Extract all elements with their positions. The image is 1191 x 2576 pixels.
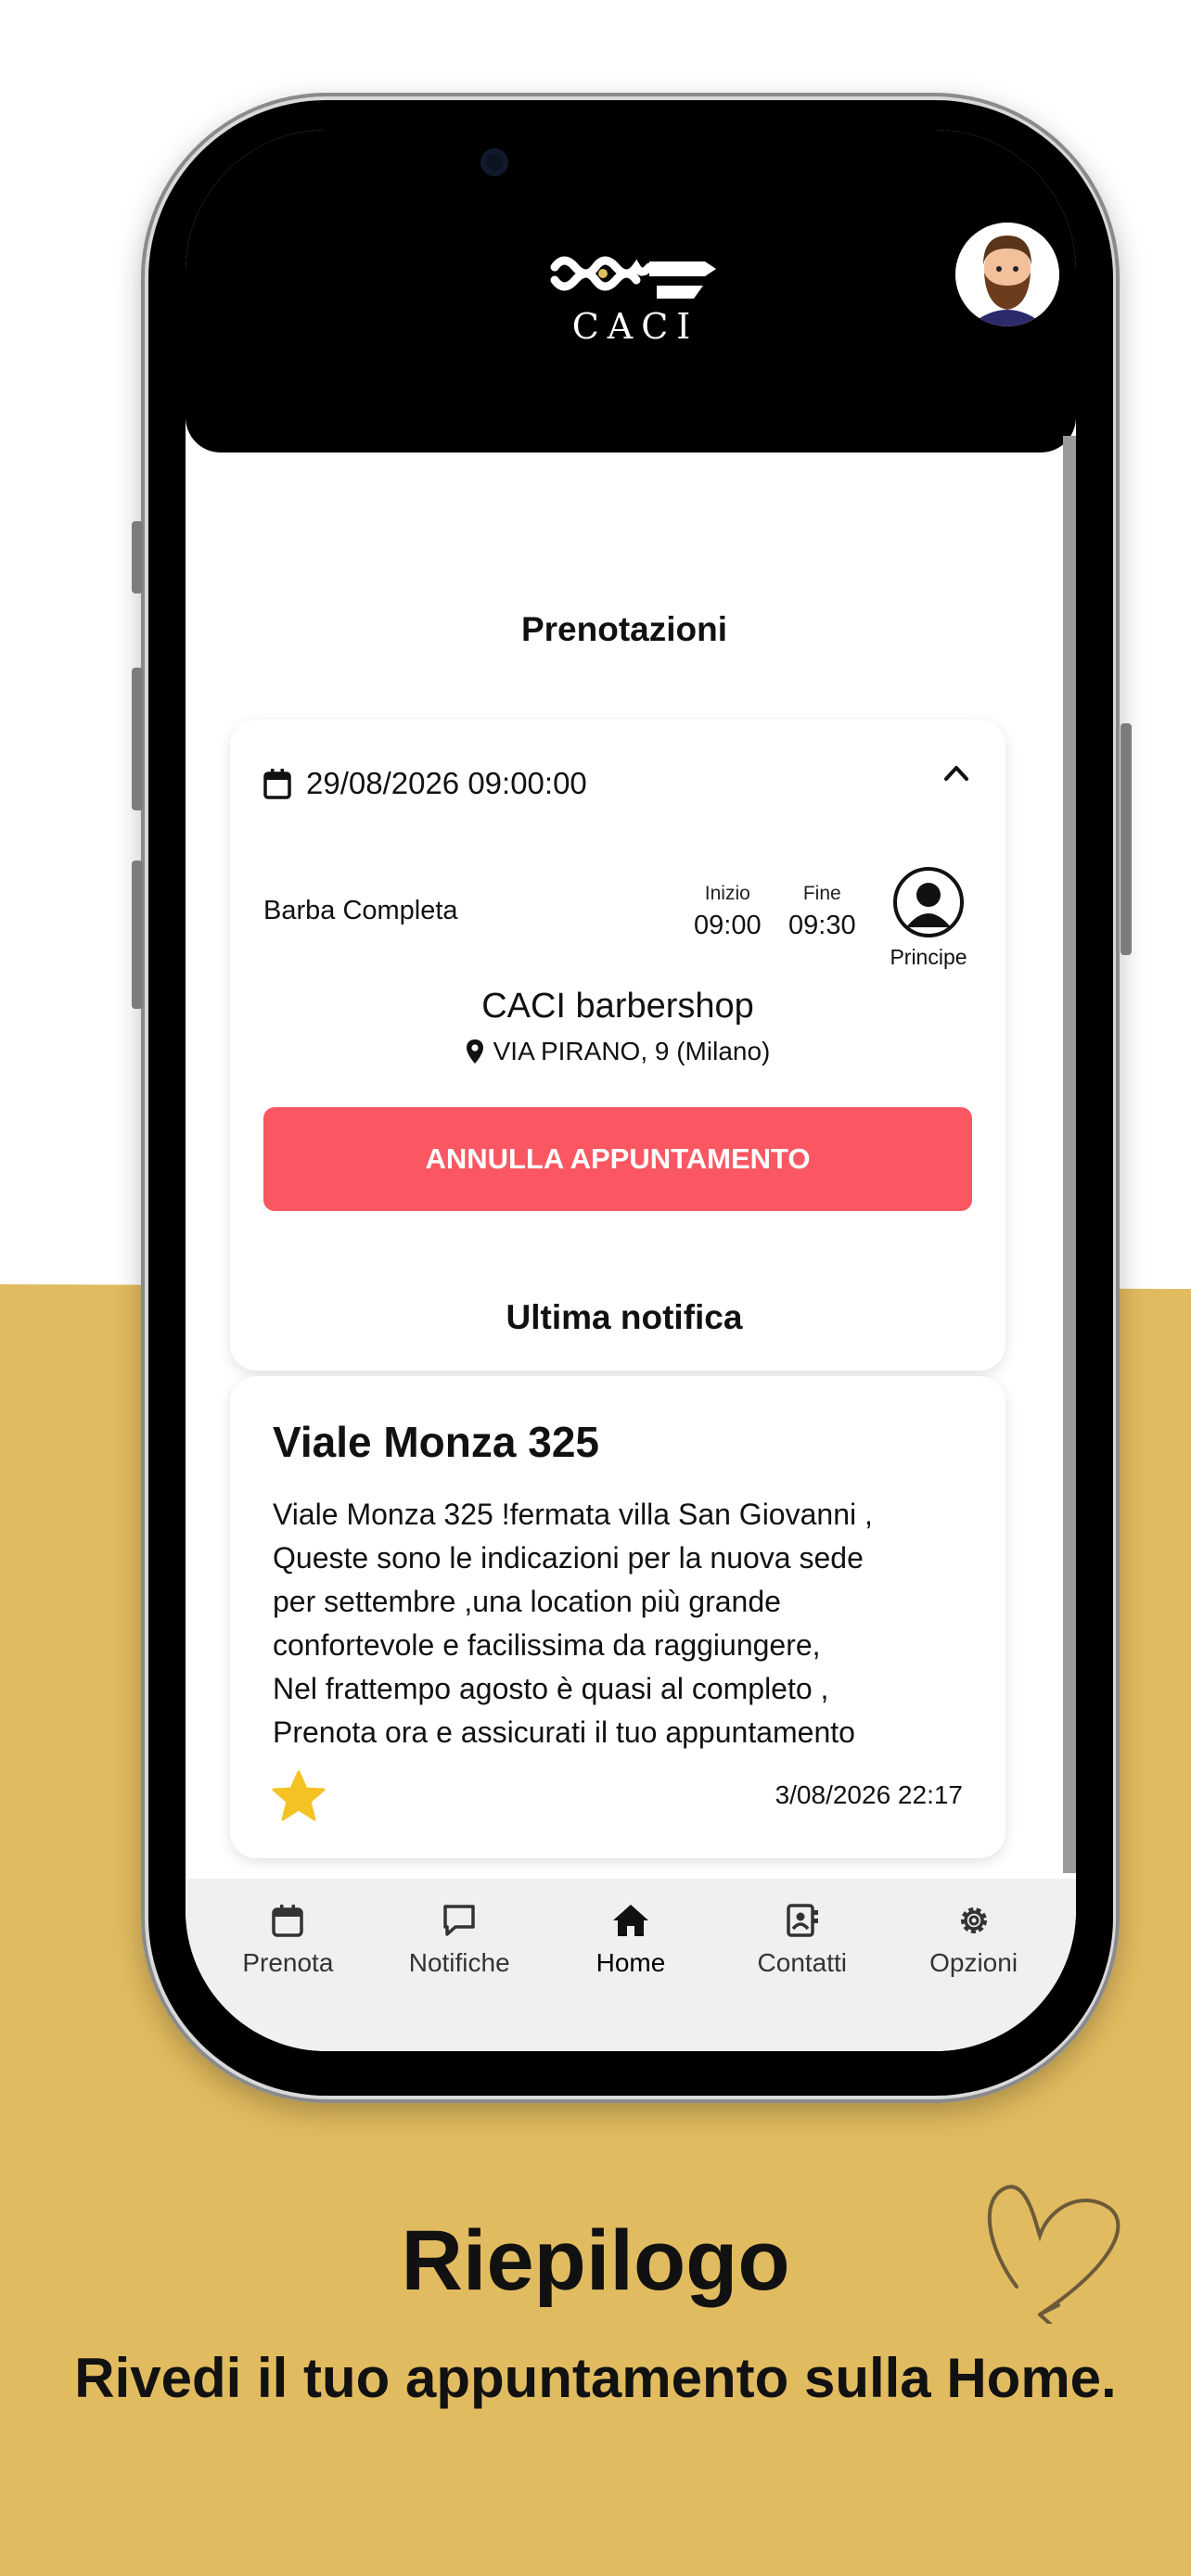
booking-datetime: 29/08/2026 09:00:00 (306, 766, 587, 800)
bookings-title: Prenotazioni (520, 610, 728, 648)
shop-name: CACI barbershop (481, 987, 754, 1026)
chevron-up-icon[interactable] (942, 762, 970, 783)
start-time-block: Inizio 09:00 (694, 883, 762, 941)
tab-notifiche-label: Notifiche (408, 1948, 510, 1977)
phone-volume-down-button (132, 861, 143, 1009)
booking-date-row: 29/08/2026 09:00:00 (263, 766, 587, 801)
shop-address: VIA PIRANO, 9 (Milano) (493, 1037, 771, 1065)
end-time: 09:30 (788, 911, 856, 940)
phone-notch (547, 130, 714, 154)
home-icon (612, 1905, 648, 1936)
chat-bubble-icon (443, 1905, 475, 1936)
map-pin-icon (466, 1039, 483, 1064)
tab-contatti[interactable]: Contatti (721, 1879, 884, 2051)
barber-block: Principe (887, 866, 970, 970)
shop-address-row: VIA PIRANO, 9 (Milano) (230, 1037, 1005, 1066)
promo-title: Riepilogo (401, 2213, 790, 2308)
cancel-appointment-button[interactable]: ANNULLA APPUNTAMENTO (263, 1107, 972, 1211)
barber-name: Principe (890, 945, 967, 969)
calendar-icon (263, 769, 291, 799)
brand-logo: CACI (547, 249, 724, 360)
mustache-logo-icon (550, 256, 716, 299)
user-avatar-button[interactable] (955, 223, 1059, 326)
tab-opzioni-label: Opzioni (929, 1948, 1018, 1977)
start-label: Inizio (704, 883, 750, 904)
notification-date: 3/08/2026 22:17 (775, 1780, 963, 1809)
notification-heading: Viale Monza 325 (273, 1418, 599, 1466)
promo-subtitle: Rivedi il tuo appuntamento sulla Home. (74, 2347, 1117, 2409)
phone-silent-switch (132, 521, 143, 593)
app-header: CACI (186, 130, 1076, 453)
phone-volume-up-button (132, 668, 143, 810)
star-icon[interactable] (271, 1769, 327, 1823)
end-time-block: Fine 09:30 (788, 883, 856, 941)
tab-home[interactable]: Home (549, 1879, 712, 2051)
phone-power-button (1121, 723, 1132, 955)
bottom-tab-bar: Prenota Notifiche Home Contatti Opzioni (186, 1879, 1076, 2051)
tab-prenota-label: Prenota (242, 1948, 334, 1977)
end-label: Fine (802, 883, 841, 904)
gear-icon (960, 1907, 987, 1933)
scrollbar[interactable] (1063, 436, 1076, 1873)
start-time: 09:00 (694, 911, 762, 940)
notification-body: Viale Monza 325 !fermata villa San Giova… (273, 1498, 873, 1749)
tab-home-label: Home (596, 1948, 666, 1977)
tab-contatti-label: Contatti (757, 1948, 848, 1977)
phone-screen: CACI Prenotazioni 29/08/2026 09:00:00 Ba… (186, 130, 1076, 2051)
tab-notifiche[interactable]: Notifiche (378, 1879, 541, 2051)
booking-card: 29/08/2026 09:00:00 Barba Completa Inizi… (230, 720, 1005, 1371)
barber-avatar-icon (893, 867, 964, 937)
tab-opzioni[interactable]: Opzioni (892, 1879, 1056, 2051)
calendar-icon (272, 1905, 304, 1937)
service-name: Barba Completa (263, 896, 458, 925)
camera-icon (480, 148, 508, 176)
tab-prenota[interactable]: Prenota (206, 1879, 369, 2051)
contacts-icon (787, 1904, 818, 1937)
last-notification-title: Ultima notifica (506, 1298, 743, 1336)
brand-name: CACI (571, 306, 699, 347)
notification-card[interactable]: Viale Monza 325 Viale Monza 325 !fermata… (230, 1376, 1005, 1858)
bearded-man-avatar-icon (955, 223, 1059, 326)
